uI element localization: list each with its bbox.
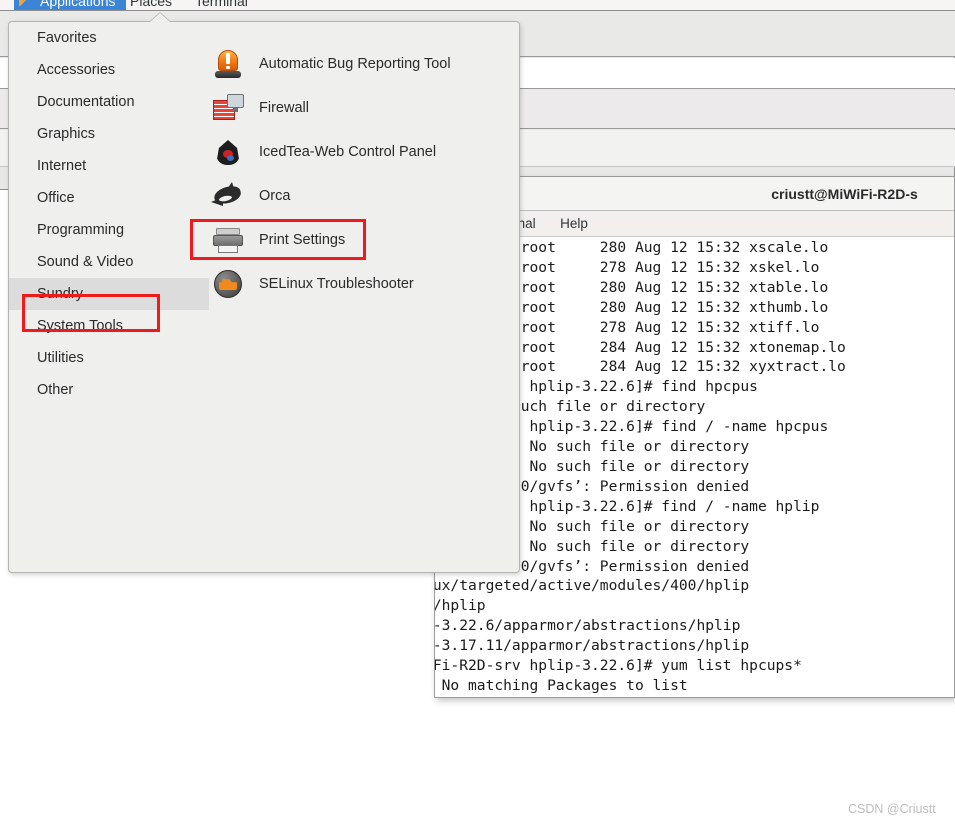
firewall-icon (211, 91, 245, 125)
printer-icon (211, 223, 245, 257)
menu-app-orca-label: Orca (259, 188, 291, 204)
menu-pointer-arrow (150, 13, 170, 22)
menu-category-other[interactable]: Other (9, 374, 209, 406)
selinux-icon (211, 267, 245, 301)
panel-terminal-label: Terminal (195, 0, 248, 9)
menu-app-firewall[interactable]: Firewall (209, 86, 519, 130)
menu-category-programming[interactable]: Programming (9, 214, 209, 246)
menu-category-graphics[interactable]: Graphics (9, 118, 209, 150)
menu-category-favorites[interactable]: Favorites (9, 22, 209, 54)
menu-app-abrt-label: Automatic Bug Reporting Tool (259, 56, 451, 72)
siren-icon (211, 47, 245, 81)
menu-category-accessories-label: Accessories (37, 62, 116, 78)
menu-category-utilities[interactable]: Utilities (9, 342, 209, 374)
menu-category-programming-label: Programming (37, 222, 125, 238)
menu-category-sundry-label: Sundry (37, 286, 83, 302)
menu-category-office[interactable]: Office (9, 182, 209, 214)
menu-category-system-tools[interactable]: System Tools (9, 310, 209, 342)
terminal-menu-help[interactable]: Help (550, 211, 598, 236)
menu-category-accessories[interactable]: Accessories (9, 54, 209, 86)
orca-whale-icon (211, 179, 245, 213)
watermark: CSDN @Criustt (848, 802, 936, 816)
menu-category-graphics-label: Graphics (37, 126, 96, 142)
menu-category-sound-video-label: Sound & Video (37, 254, 134, 270)
menu-category-sound-video[interactable]: Sound & Video (9, 246, 209, 278)
menu-category-utilities-label: Utilities (37, 350, 84, 366)
menu-category-internet-label: Internet (37, 158, 87, 174)
menu-app-print-settings-label: Print Settings (259, 232, 346, 248)
menu-app-print-settings[interactable]: Print Settings (209, 218, 519, 262)
panel-places-label: Places (130, 0, 173, 9)
menu-application-list: Automatic Bug Reporting Tool Firewall Ic… (209, 22, 519, 572)
menu-app-selinux-troubleshooter[interactable]: SELinux Troubleshooter (209, 262, 519, 306)
fedora-logo-icon (19, 0, 32, 7)
icedtea-icon (211, 135, 245, 169)
menu-app-icedtea-label: IcedTea-Web Control Panel (259, 144, 437, 160)
menu-category-favorites-label: Favorites (37, 30, 97, 46)
menu-app-selinux-label: SELinux Troubleshooter (259, 276, 414, 292)
applications-menu-popup[interactable]: Favorites Accessories Documentation Grap… (8, 13, 520, 573)
menu-category-office-label: Office (37, 190, 75, 206)
menu-app-automatic-bug-reporting-tool[interactable]: Automatic Bug Reporting Tool (209, 42, 519, 86)
panel-applications-label: Applications (40, 0, 116, 9)
menu-category-sundry[interactable]: Sundry (9, 278, 209, 310)
menu-category-system-tools-label: System Tools (37, 318, 123, 334)
menu-category-documentation[interactable]: Documentation (9, 86, 209, 118)
menu-app-firewall-label: Firewall (259, 100, 309, 116)
desktop-screen: Applications Places Terminal Classes Onl… (0, 0, 955, 825)
menu-category-list: Favorites Accessories Documentation Grap… (9, 22, 209, 572)
menu-app-orca[interactable]: Orca (209, 174, 519, 218)
menu-category-internet[interactable]: Internet (9, 150, 209, 182)
menu-category-other-label: Other (37, 382, 74, 398)
menu-category-documentation-label: Documentation (37, 94, 135, 110)
menu-app-icedtea-web-control-panel[interactable]: IcedTea-Web Control Panel (209, 130, 519, 174)
